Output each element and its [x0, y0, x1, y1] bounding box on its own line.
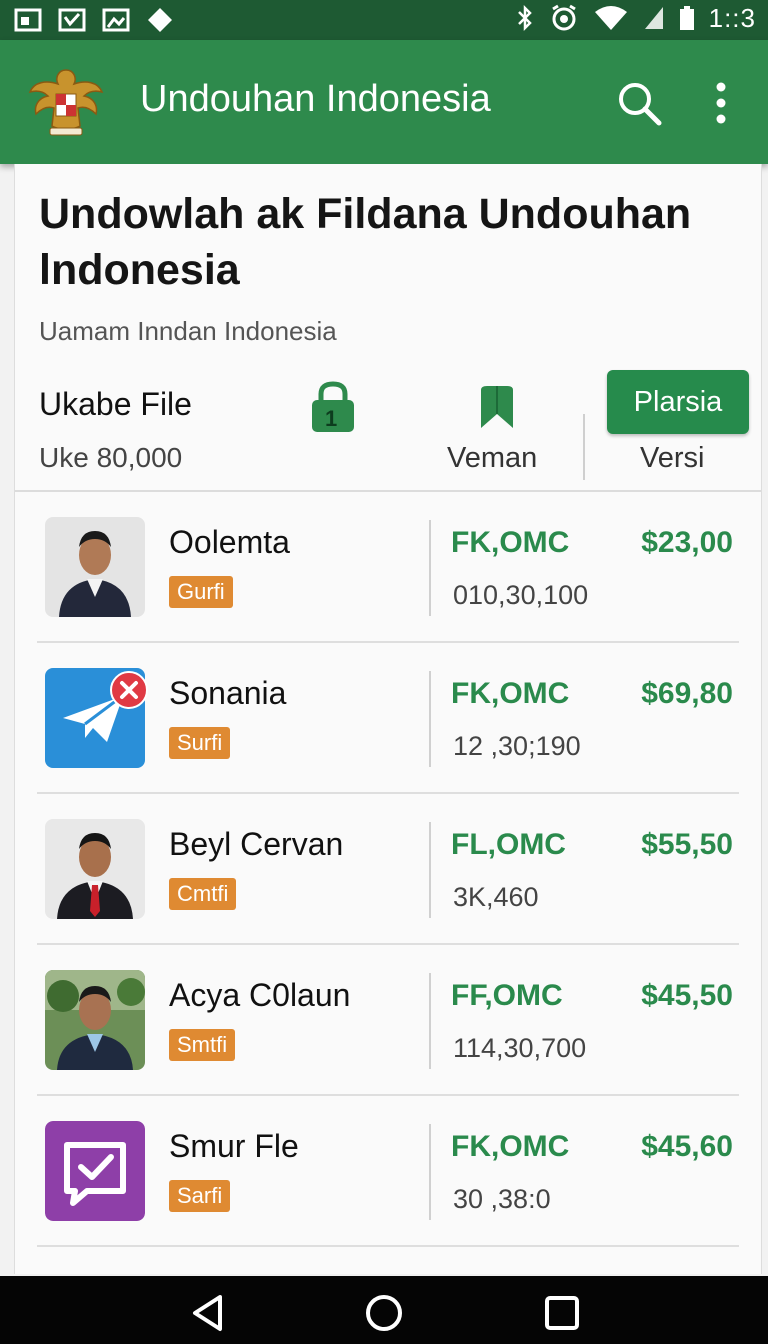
item-badge: Smtfi	[169, 1029, 236, 1061]
back-icon[interactable]	[190, 1294, 226, 1332]
item-name: Acya C0laun	[169, 977, 351, 1013]
list-item[interactable]: Acya C0laun Smtfi FF,OMC $45,50 114,30,7…	[15, 945, 761, 1096]
alarm-icon	[551, 4, 576, 31]
item-count: 12 ,30;190	[453, 731, 581, 761]
system-nav-bar	[0, 1276, 768, 1344]
app-title: Undouhan Indonesia	[140, 78, 491, 120]
item-code: FK,OMC	[451, 526, 570, 559]
item-count: 3K,460	[453, 882, 539, 912]
page-subtitle: Uamam Inndan Indonesia	[39, 316, 337, 346]
item-price: $69,80	[641, 677, 733, 710]
column-label-versi: Versi	[640, 442, 705, 474]
more-vert-icon[interactable]	[708, 80, 734, 126]
app-bar: Undouhan Indonesia	[0, 40, 768, 164]
photo-check-notification-icon	[58, 8, 86, 32]
column-divider	[583, 414, 585, 480]
status-bar: 1::3	[0, 0, 768, 40]
bookmark-icon[interactable]	[477, 384, 517, 430]
page-title: Undowlah ak Fildana Undouhan lndonesia	[39, 190, 692, 294]
telegram-app-icon	[45, 668, 148, 768]
row-divider	[429, 1124, 431, 1220]
item-price: $55,50	[641, 828, 733, 861]
item-price: $45,50	[641, 979, 733, 1012]
person-avatar-icon	[45, 970, 145, 1070]
item-price: $45,60	[641, 1130, 733, 1163]
signal-icon	[644, 7, 663, 29]
item-name: Sonania	[169, 675, 287, 711]
row-divider	[429, 973, 431, 1069]
battery-icon	[679, 6, 694, 30]
person-avatar-icon	[45, 517, 145, 617]
person-avatar-icon	[45, 819, 145, 919]
item-count: 114,30,700	[453, 1033, 587, 1063]
list-item[interactable]: Smur Fle Sarfi FK,OMC $45,60 30 ,38:0	[15, 1096, 761, 1247]
item-count: 30 ,38:0	[453, 1184, 551, 1214]
home-icon[interactable]	[364, 1294, 404, 1332]
item-name: Beyl Cervan	[169, 826, 344, 862]
item-code: FF,OMC	[451, 979, 563, 1012]
item-code: FK,OMC	[451, 1130, 570, 1163]
gallery-notification-icon	[14, 8, 42, 32]
chat-check-app-icon	[45, 1121, 145, 1221]
item-name: Smur Fle	[169, 1128, 299, 1164]
image-notification-icon	[102, 8, 130, 32]
item-code: FK,OMC	[451, 677, 570, 710]
item-badge: Gurfi	[169, 576, 233, 608]
clock: 1::3	[708, 2, 756, 33]
main-card: Undowlah ak Fildana Undouhan lndonesia U…	[14, 164, 762, 1274]
bluetooth-icon	[517, 4, 532, 32]
recents-icon[interactable]	[544, 1294, 580, 1332]
item-badge: Cmtfi	[169, 878, 237, 910]
item-badge: Sarfi	[169, 1180, 231, 1212]
list-item[interactable]: Beyl Cervan Cmtfi FL,OMC $55,50 3K,460	[15, 794, 761, 945]
wifi-icon	[594, 6, 627, 30]
lock-badge-number: 1	[325, 406, 337, 431]
plarsia-button[interactable]: Plarsia	[607, 370, 749, 434]
item-count: 010,30,100	[453, 580, 589, 610]
diamond-notification-icon	[148, 8, 172, 32]
item-price: $23,00	[641, 526, 733, 559]
row-divider	[429, 520, 431, 616]
list-item[interactable]: Sonania Surfi FK,OMC $69,80 12 ,30;190	[15, 643, 761, 794]
search-icon[interactable]	[616, 80, 662, 126]
summary-value: Uke 80,000	[39, 442, 183, 473]
lock-icon[interactable]: 1	[309, 380, 357, 434]
item-badge: Surfi	[169, 727, 231, 759]
row-divider	[429, 822, 431, 918]
garuda-emblem-icon	[28, 69, 104, 136]
column-label-veman: Veman	[447, 442, 538, 474]
list-item[interactable]: Oolemta Gurfi FK,OMC $23,00 010,30,100	[15, 492, 761, 643]
item-code: FL,OMC	[451, 828, 566, 861]
item-name: Oolemta	[169, 524, 290, 560]
row-divider	[429, 671, 431, 767]
summary-label: Ukabe File	[39, 386, 192, 422]
file-list: Oolemta Gurfi FK,OMC $23,00 010,30,100 S…	[15, 492, 761, 1247]
